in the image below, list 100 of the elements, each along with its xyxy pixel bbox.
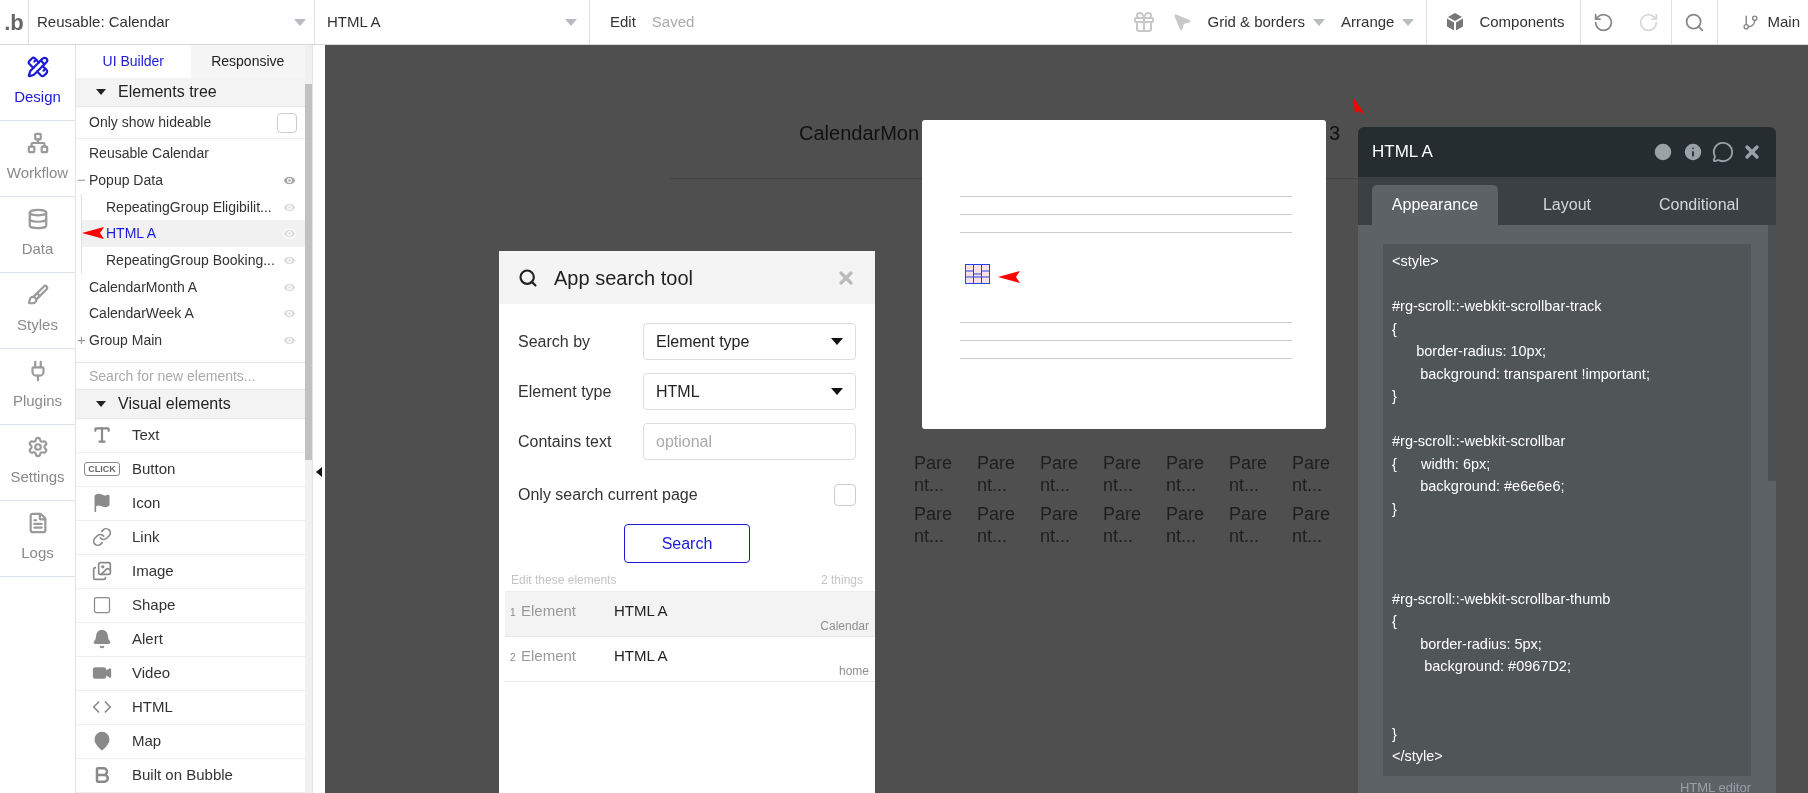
section-title: Visual elements — [118, 394, 231, 414]
components-button[interactable]: Components — [1427, 0, 1582, 44]
gift-icon[interactable] — [1131, 10, 1156, 34]
rail-tab[interactable]: Logs — [0, 501, 75, 577]
checkbox[interactable] — [834, 484, 856, 506]
rail-icon — [26, 132, 49, 155]
page-selector[interactable]: Reusable: Calendar — [28, 0, 315, 44]
element-type-label: Link — [132, 527, 160, 548]
element-type-label: Text — [132, 425, 160, 446]
search-icon[interactable] — [1684, 11, 1706, 33]
tree-label: RepeatingGroup Eligibilit... — [106, 197, 273, 217]
square-icon — [92, 595, 112, 616]
tree-label: CalendarWeek A — [89, 304, 195, 324]
tree-row[interactable]: HTML A — [82, 220, 305, 248]
result-type: Element — [521, 646, 577, 666]
text-input[interactable]: optional — [643, 423, 856, 460]
element-type-label: Image — [132, 561, 174, 582]
section-title: Elements tree — [118, 82, 217, 102]
tree-row[interactable]: CalendarWeek A — [76, 300, 305, 328]
tree-row[interactable]: RepeatingGroup Eligibilit... — [82, 193, 305, 221]
search-icon — [518, 267, 538, 288]
pointer-arrow-icon — [998, 271, 1020, 283]
result-type: Element — [521, 601, 577, 621]
edit-button[interactable]: Edit — [606, 10, 640, 34]
editor-tab[interactable]: Conditional — [1636, 185, 1762, 225]
rail-tab[interactable]: Plugins — [0, 349, 75, 425]
checkbox-label: Only search current page — [518, 485, 698, 505]
element-type-label: Built on Bubble — [132, 765, 233, 786]
elements-tree-header[interactable]: Elements tree — [76, 78, 305, 107]
rail-icon — [26, 284, 49, 307]
scrollbar-thumb[interactable] — [1768, 225, 1776, 481]
rail-icon — [26, 56, 49, 79]
element-type-item[interactable]: Image — [76, 555, 305, 589]
tree-row[interactable]: Reusable Calendar — [76, 140, 305, 167]
element-type-label: Shape — [132, 595, 176, 616]
panel-tab[interactable]: Responsive — [190, 45, 305, 79]
element-type-item[interactable]: Built on Bubble — [76, 759, 305, 793]
comment-icon[interactable] — [1712, 141, 1734, 163]
image-icon — [92, 561, 112, 582]
element-type-item[interactable]: Link — [76, 521, 305, 555]
caret-icon — [831, 388, 843, 395]
element-type-item[interactable]: Alert — [76, 623, 305, 657]
calendar-month-title: CalendarMon — [799, 121, 920, 146]
result-name: HTML A — [614, 601, 668, 621]
element-type-label: HTML — [132, 697, 173, 718]
rail-icon — [26, 208, 49, 231]
element-type-item[interactable]: Text — [76, 419, 305, 453]
cursor-icon[interactable] — [1171, 12, 1192, 32]
info-icon[interactable] — [1682, 141, 1704, 163]
rail-tab[interactable]: Settings — [0, 425, 75, 501]
rail-tab[interactable]: Design — [0, 45, 75, 121]
collapse-arrow-icon[interactable] — [316, 467, 322, 477]
flag-icon — [92, 493, 112, 514]
element-selector[interactable]: HTML A — [315, 0, 590, 44]
editor-tab[interactable]: Appearance — [1372, 185, 1498, 225]
branch-icon — [1742, 13, 1760, 31]
pointer-arrow-icon — [82, 227, 104, 240]
scrollbar-thumb[interactable] — [305, 84, 312, 460]
caret-icon — [831, 338, 843, 345]
grid-borders-menu[interactable]: Grid & borders — [1207, 10, 1326, 34]
result-location: home — [838, 663, 869, 680]
results-count: 2 things — [820, 572, 863, 589]
undo-icon[interactable] — [1593, 11, 1615, 33]
editor-tab[interactable]: Layout — [1504, 185, 1630, 225]
result-location: Calendar — [820, 618, 869, 635]
element-type-label: Icon — [132, 493, 161, 514]
app-logo[interactable]: .b — [4, 5, 24, 39]
tree-row[interactable]: + Group Main — [76, 327, 305, 354]
rail-tab[interactable]: Workflow — [0, 121, 75, 197]
eye-icon[interactable] — [282, 226, 297, 242]
search-button[interactable]: Search — [624, 524, 750, 563]
close-icon[interactable] — [1742, 142, 1762, 162]
bell-icon — [92, 629, 112, 650]
editor-title: HTML A — [1372, 141, 1434, 164]
result-index: 1 — [510, 606, 516, 620]
element-type-item[interactable]: Video — [76, 657, 305, 691]
tree-row[interactable]: RepeatingGroup Booking... — [82, 247, 305, 274]
tree-label: CalendarMonth A — [89, 277, 199, 297]
element-type-item[interactable]: Icon — [76, 487, 305, 521]
checkbox[interactable] — [277, 112, 297, 133]
visual-elements-header[interactable]: Visual elements — [76, 390, 305, 419]
arrange-menu[interactable]: Arrange — [1341, 0, 1428, 44]
calendar-year-digit: 3 — [1329, 121, 1341, 146]
branch-button[interactable]: Main — [1717, 0, 1808, 44]
editor-caption: HTML editor — [1679, 779, 1751, 793]
result-row[interactable]: 1 Element HTML A Calendar — [505, 592, 875, 637]
dropdown[interactable]: Element type — [643, 323, 856, 360]
code-editor[interactable]: <style> #rg-scroll::-webkit-scrollbar-track { border-radius: 10px; background: transparent !important; } #rg-scroll::-webkit-scrollbar { width: 6px; background: #e6e6e6; } #rg-scroll::-webkit-scrollbar-thumb { border-radius: 5px; background: #0967D2; } </style> — [1383, 244, 1751, 776]
caret-icon — [294, 18, 306, 26]
rail-tab[interactable]: Styles — [0, 273, 75, 349]
tree-row[interactable]: − Popup Data — [76, 167, 305, 194]
dropdown[interactable]: HTML — [643, 373, 856, 410]
tree-row[interactable]: CalendarMonth A — [76, 273, 305, 301]
window-title: App search tool — [554, 265, 694, 291]
field-label: Contains text — [518, 431, 612, 452]
tree-label: Reusable Calendar — [89, 144, 210, 164]
element-type-item[interactable]: Map — [76, 725, 305, 759]
search-field[interactable]: Search for new elements... — [76, 362, 305, 391]
field-label: Search by — [518, 331, 591, 352]
pointer-arrow-icon — [1353, 97, 1365, 115]
